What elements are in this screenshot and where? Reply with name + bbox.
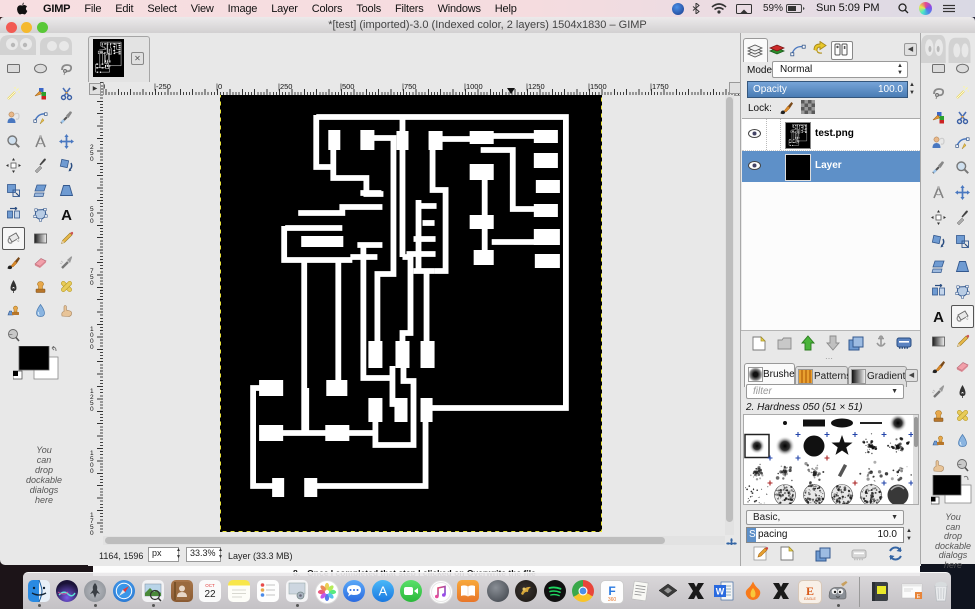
svg-text:F: F	[608, 584, 615, 598]
svg-text:EAGLE: EAGLE	[804, 597, 816, 601]
svg-text:W: W	[716, 587, 725, 597]
svg-text:E: E	[917, 594, 921, 600]
svg-text:A: A	[378, 584, 387, 599]
svg-text:360: 360	[608, 597, 617, 603]
svg-text:22: 22	[204, 589, 216, 600]
svg-text:E: E	[806, 584, 814, 598]
svg-text:OCT: OCT	[205, 583, 215, 588]
